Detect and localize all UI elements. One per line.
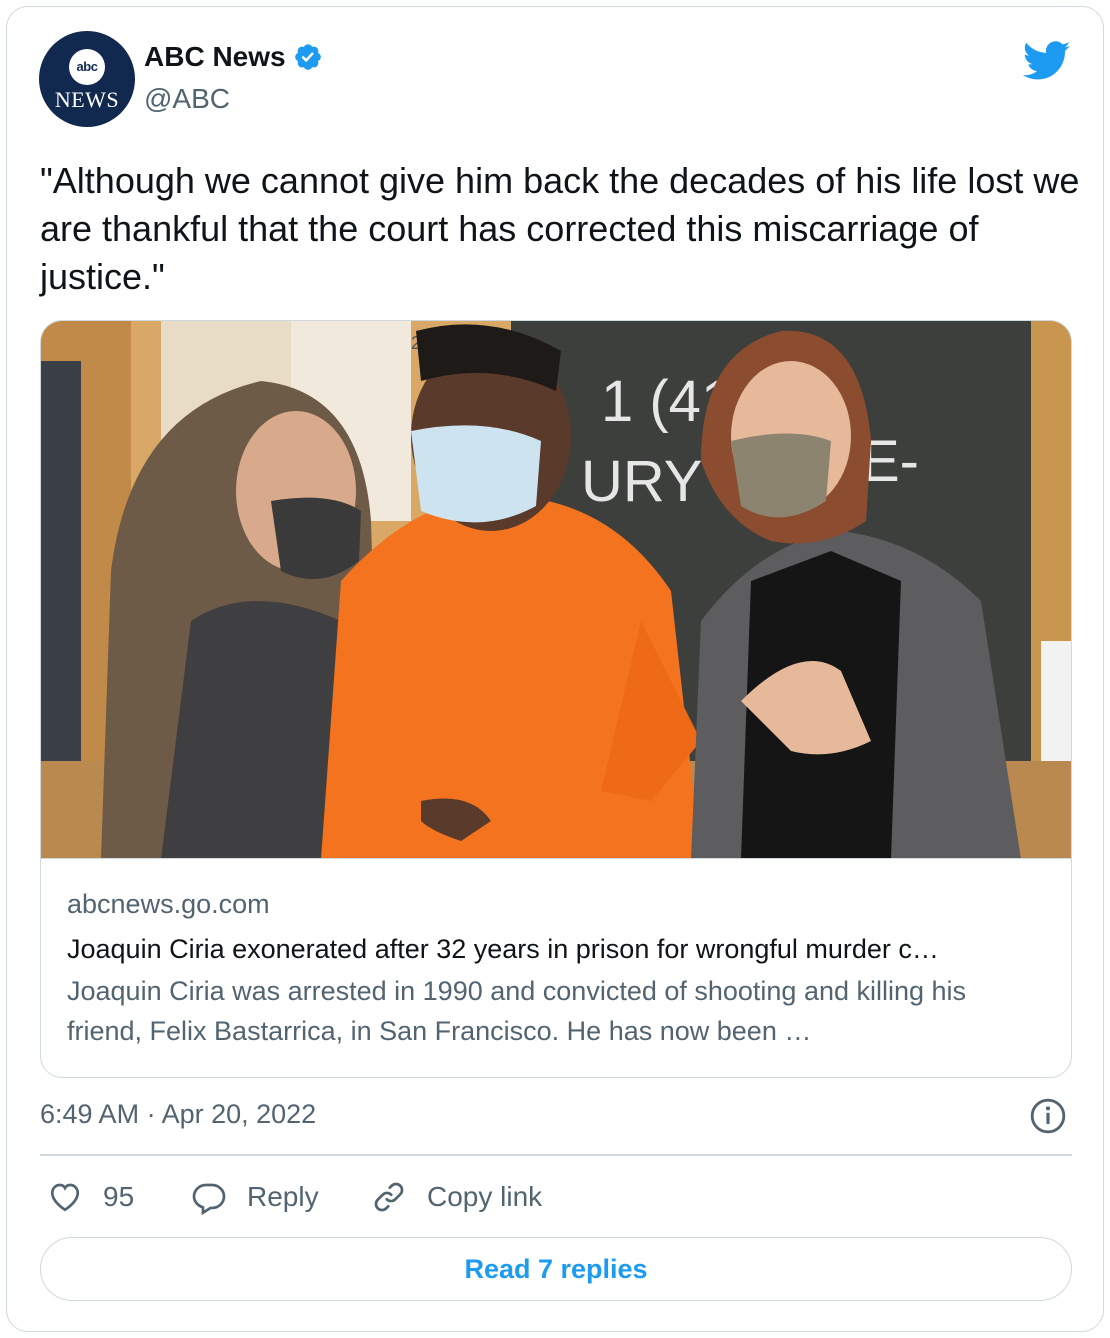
link-title[interactable]: Joaquin Ciria exonerated after 32 years …: [67, 929, 1047, 971]
reply-button[interactable]: Reply: [191, 1175, 319, 1219]
info-icon[interactable]: [1029, 1097, 1067, 1135]
article-photo[interactable]: 1 (415) URY C E- 2022: [41, 321, 1071, 859]
avatar-logo-abc: abc: [69, 49, 105, 85]
author-handle[interactable]: @ABC: [144, 83, 230, 115]
reply-bubble-icon: [192, 1183, 226, 1215]
avatar-logo-news: NEWS: [54, 87, 120, 112]
heart-icon: [50, 1183, 80, 1212]
copy-link-label: Copy link: [427, 1181, 543, 1212]
twitter-bird-icon[interactable]: [1023, 41, 1071, 81]
verified-badge-icon: [294, 44, 321, 70]
reply-label: Reply: [247, 1181, 319, 1212]
author-name[interactable]: ABC News: [144, 41, 286, 73]
tweet-text: "Although we cannot give him back the de…: [40, 160, 1080, 297]
divider: [40, 1154, 1072, 1156]
link-domain: abcnews.go.com: [67, 889, 270, 919]
author-name-row[interactable]: ABC News: [144, 41, 323, 73]
copy-link-button[interactable]: Copy link: [371, 1175, 542, 1219]
like-count: 95: [103, 1181, 135, 1212]
link-meta[interactable]: abcnews.go.com Joaquin Ciria exonerated …: [67, 889, 1047, 1051]
link-preview-card[interactable]: 1 (415) URY C E- 2022: [40, 320, 1072, 1078]
link-description: Joaquin Ciria was arrested in 1990 and c…: [67, 976, 967, 1046]
read-replies-button[interactable]: Read 7 replies: [40, 1237, 1072, 1301]
like-button[interactable]: 95: [47, 1175, 134, 1219]
link-icon: [374, 1182, 404, 1212]
article-photo-illustration: 1 (415) URY C E- 2022: [41, 321, 1071, 858]
tweet-card: abc NEWS ABC News @ABC "Although we cann…: [6, 6, 1104, 1332]
tweet-timestamp[interactable]: 6:49 AM · Apr 20, 2022: [40, 1099, 316, 1130]
avatar[interactable]: abc NEWS: [39, 31, 135, 127]
